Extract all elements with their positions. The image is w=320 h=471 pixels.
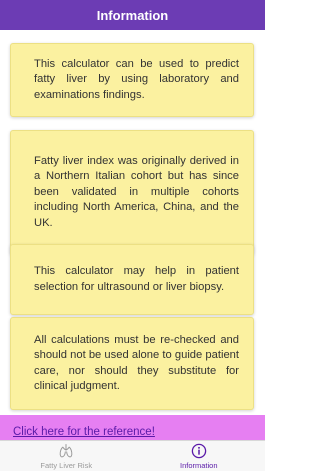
info-icon (191, 443, 206, 459)
tab-label: Information (179, 461, 218, 470)
info-card-text: Fatty liver index was originally derived… (34, 154, 239, 229)
page-title: Information (96, 7, 169, 23)
tab-label: Fatty Liver Risk (40, 461, 93, 470)
info-card: This calculator may help in patient sele… (10, 244, 254, 315)
tab-fatty-liver-risk[interactable]: Fatty Liver Risk (0, 441, 133, 471)
info-card: This calculator can be used to predict f… (10, 43, 254, 117)
info-card-text: This calculator may help in patient sele… (34, 265, 239, 293)
info-card: All calculations must be re-checked and … (10, 317, 254, 410)
tab-information[interactable]: Information (133, 441, 266, 471)
tab-bar: Fatty Liver Risk Information (0, 440, 265, 471)
content-area: This calculator can be used to predict f… (0, 30, 265, 415)
info-card: Fatty liver index was originally derived… (10, 130, 254, 255)
navigation-bar: Information (0, 0, 265, 30)
info-card-text: This calculator can be used to predict f… (34, 57, 239, 101)
reference-link[interactable]: Click here for the reference! (13, 426, 155, 438)
info-card-text: All calculations must be re-checked and … (34, 333, 239, 393)
reference-bar: Click here for the reference! (0, 415, 265, 440)
lungs-icon (59, 444, 73, 458)
